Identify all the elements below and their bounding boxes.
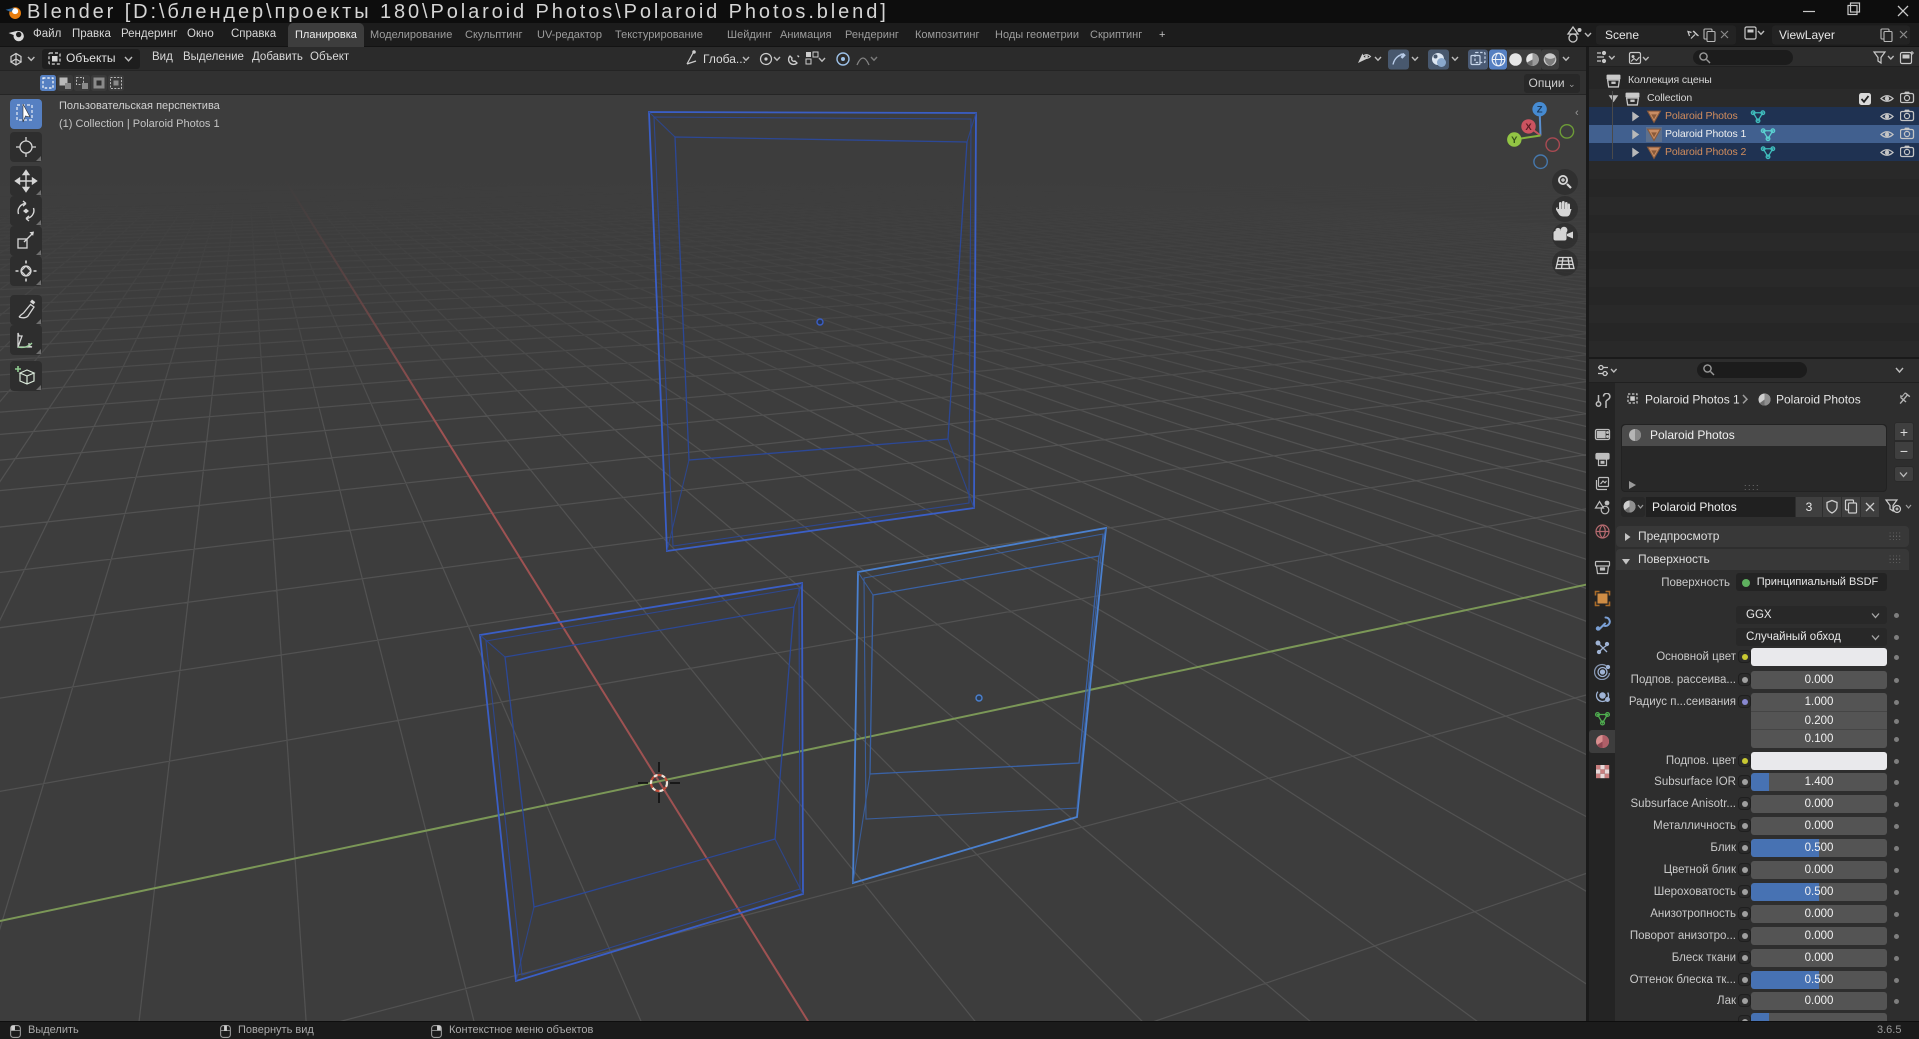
svg-text:Polaroid Photos: Polaroid Photos bbox=[1776, 393, 1861, 407]
svg-text:ViewLayer: ViewLayer bbox=[1779, 28, 1835, 42]
svg-text:Y: Y bbox=[1511, 135, 1518, 146]
svg-text:‹: ‹ bbox=[1575, 107, 1579, 119]
svg-text:Scene: Scene bbox=[1605, 28, 1639, 42]
svg-text:Z: Z bbox=[1537, 105, 1543, 116]
svg-text:X: X bbox=[1525, 122, 1532, 133]
svg-text:Глоба...: Глоба... bbox=[703, 52, 746, 66]
svg-text:Polaroid Photos 1: Polaroid Photos 1 bbox=[1645, 393, 1740, 407]
